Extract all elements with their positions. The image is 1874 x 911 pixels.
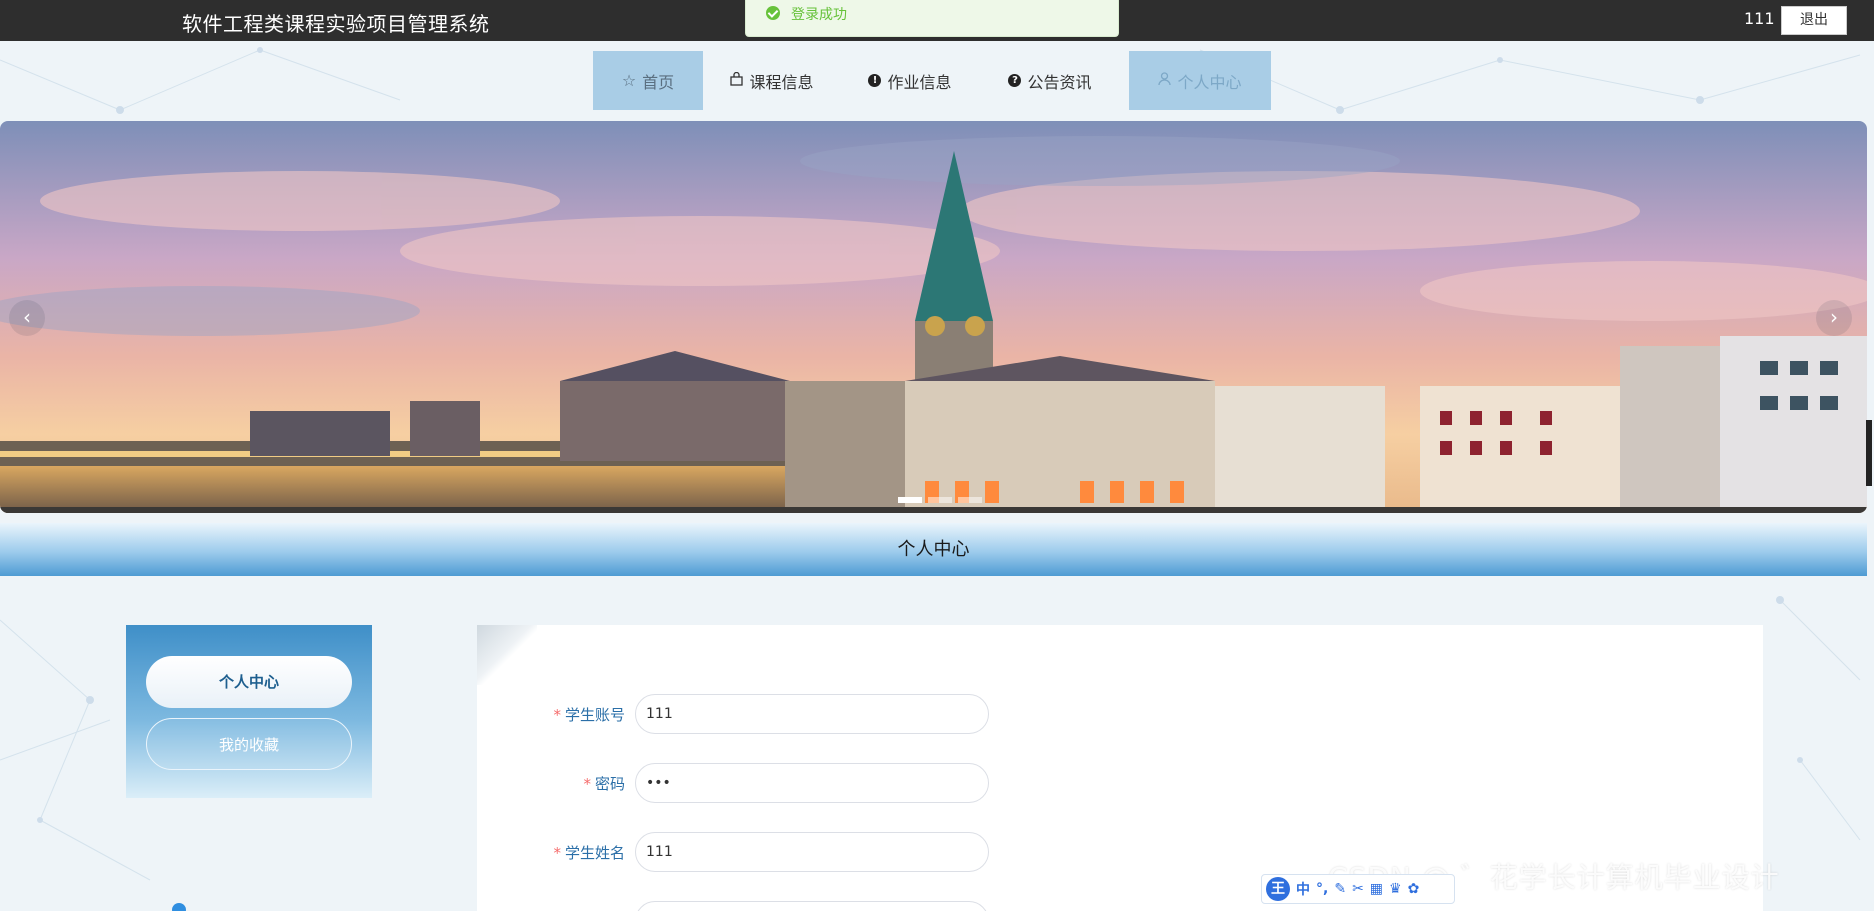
student-name-label: * 学生姓名: [553, 844, 625, 862]
section-header: 个人中心: [0, 523, 1867, 576]
carousel-next-button[interactable]: ›: [1816, 300, 1852, 336]
carousel-indicator[interactable]: [928, 497, 952, 503]
personal-sidebar: 个人中心 我的收藏: [126, 625, 372, 798]
nav-announcements-label: 公告资讯: [1027, 72, 1092, 92]
sidebar-item-personal-center[interactable]: 个人中心: [146, 656, 352, 708]
logout-button[interactable]: 退出: [1781, 6, 1847, 35]
carousel-indicators: [898, 497, 982, 503]
required-asterisk: *: [553, 844, 561, 862]
current-username: 111: [1744, 9, 1775, 28]
form-row-student-name: * 学生姓名: [477, 832, 1077, 872]
star-icon: ☆: [621, 71, 637, 90]
banner-carousel: ‹ ›: [0, 121, 1867, 513]
ime-toolbar: 王 中 °, ✎ ✂ ▦ ♛ ✿: [1261, 874, 1455, 904]
form-row-student-account: * 学生账号: [477, 694, 1077, 734]
nav-homework-label: 作业信息: [887, 72, 952, 92]
main-nav: ☆ 首页 课程信息 ! 作业信息 ? 公告资讯 个人中心: [593, 51, 1271, 110]
nav-course-label: 课程信息: [749, 72, 814, 92]
required-asterisk: *: [553, 706, 561, 724]
scrollbar-thumb[interactable]: [1866, 420, 1872, 486]
nav-personal-center[interactable]: 个人中心: [1129, 51, 1271, 110]
sidebar-item-my-favorites[interactable]: 我的收藏: [146, 718, 352, 770]
nav-announcements[interactable]: ? 公告资讯: [979, 51, 1121, 110]
carousel-indicator[interactable]: [898, 497, 922, 503]
required-asterisk: *: [583, 775, 591, 793]
next-field-input[interactable]: [635, 901, 989, 911]
ime-handwriting-icon[interactable]: ✎: [1334, 881, 1346, 897]
nav-course-info[interactable]: 课程信息: [703, 51, 841, 110]
banner-image: [0, 121, 1867, 513]
nav-personal-label: 个人中心: [1177, 72, 1242, 92]
exclamation-icon: !: [868, 74, 882, 87]
carousel-prev-button[interactable]: ‹: [9, 300, 45, 336]
check-circle-icon: [766, 6, 780, 20]
ime-chinese-mode-icon[interactable]: 中: [1296, 879, 1310, 899]
password-label: * 密码: [583, 775, 625, 793]
success-toast: 登录成功: [745, 0, 1119, 37]
nav-home-label: 首页: [642, 72, 675, 92]
page-curl-decoration: [477, 625, 537, 685]
toast-message: 登录成功: [791, 7, 847, 23]
student-name-input[interactable]: [635, 832, 989, 872]
ime-skin-icon[interactable]: ♛: [1389, 881, 1402, 897]
form-row-password: * 密码: [477, 763, 1077, 803]
ime-scissors-icon[interactable]: ✂: [1352, 881, 1364, 897]
form-row-next-field: [477, 901, 1077, 911]
site-title: 软件工程类课程实验项目管理系统: [182, 12, 490, 36]
nav-homework-info[interactable]: ! 作业信息: [841, 51, 979, 110]
student-account-label: * 学生账号: [553, 706, 625, 724]
ime-settings-icon[interactable]: ✿: [1408, 881, 1420, 897]
user-icon: [1158, 71, 1172, 90]
question-icon: ?: [1008, 74, 1022, 87]
nav-home[interactable]: ☆ 首页: [593, 51, 703, 110]
floating-dot: [172, 903, 186, 911]
section-title: 个人中心: [897, 539, 970, 560]
password-input[interactable]: [635, 763, 989, 803]
carousel-indicator[interactable]: [958, 497, 982, 503]
ime-punctuation-icon[interactable]: °,: [1316, 881, 1328, 897]
student-account-input[interactable]: [635, 694, 989, 734]
ime-keyboard-icon[interactable]: ▦: [1370, 881, 1383, 897]
bag-icon: [730, 71, 744, 90]
ime-logo-icon[interactable]: 王: [1266, 877, 1290, 901]
